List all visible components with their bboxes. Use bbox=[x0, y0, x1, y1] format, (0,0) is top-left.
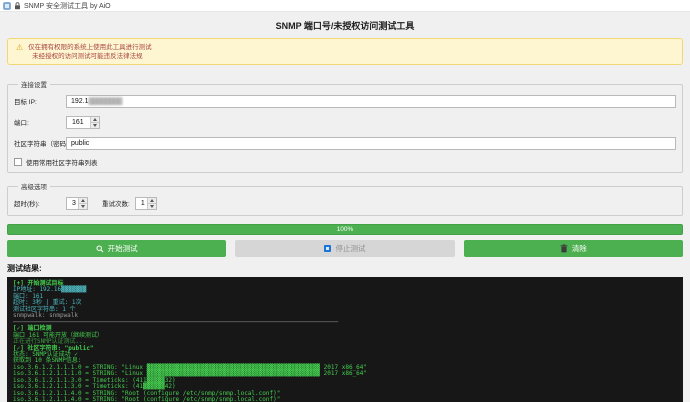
connection-settings-group: 连接设置 目标 IP: 192.1▓▓▓▓▓▓▓▓ 端口: 161 社区字符串（… bbox=[7, 79, 683, 173]
start-test-label: 开始测试 bbox=[108, 243, 138, 254]
use-common-list-checkbox[interactable] bbox=[14, 158, 22, 166]
start-test-button[interactable]: 开始测试 bbox=[7, 240, 226, 257]
timeout-input[interactable]: 3 bbox=[66, 197, 88, 210]
port-spinner[interactable] bbox=[90, 117, 99, 128]
retry-value: 1 bbox=[141, 200, 145, 207]
warning-icon: ⚠ bbox=[16, 43, 23, 61]
target-ip-input[interactable]: 192.1▓▓▓▓▓▓▓▓ bbox=[66, 95, 676, 108]
port-value: 161 bbox=[72, 119, 84, 126]
retry-spinner[interactable] bbox=[147, 198, 156, 209]
stop-test-label: 停止测试 bbox=[335, 243, 365, 254]
progress-bar: 100% bbox=[7, 224, 683, 235]
advanced-options-legend: 高级选项 bbox=[18, 181, 50, 191]
clear-button[interactable]: 清除 bbox=[464, 240, 683, 257]
stop-icon bbox=[324, 245, 331, 252]
community-row: 社区字符串（密码）: public bbox=[14, 136, 676, 150]
timeout-value: 3 bbox=[72, 200, 76, 207]
advanced-row: 超时(秒): 3 重试次数: 1 bbox=[14, 196, 676, 210]
results-label: 测试结果: bbox=[7, 263, 683, 274]
stop-test-button[interactable]: 停止测试 bbox=[235, 240, 454, 257]
retry-input[interactable]: 1 bbox=[135, 197, 157, 210]
main-content: ⚠ 仅在拥有权限的系统上使用此工具进行测试 未经授权的访问测试可能违反法律法规 … bbox=[0, 38, 690, 402]
port-row: 端口: 161 bbox=[14, 115, 676, 129]
target-ip-row: 目标 IP: 192.1▓▓▓▓▓▓▓▓ bbox=[14, 94, 676, 108]
target-ip-label: 目标 IP: bbox=[14, 96, 66, 106]
clear-label: 清除 bbox=[572, 243, 587, 254]
warning-text: 仅在拥有权限的系统上使用此工具进行测试 未经授权的访问测试可能违反法律法规 bbox=[28, 43, 152, 61]
spinner-down-icon[interactable] bbox=[91, 122, 99, 128]
use-common-list-row: 使用常用社区字符串列表 bbox=[14, 157, 676, 167]
timeout-spinner[interactable] bbox=[78, 198, 87, 209]
warning-line-2: 未经授权的访问测试可能违反法律法规 bbox=[28, 52, 152, 61]
advanced-options-group: 高级选项 超时(秒): 3 重试次数: 1 bbox=[7, 181, 683, 216]
warning-line-1: 仅在拥有权限的系统上使用此工具进行测试 bbox=[28, 43, 152, 52]
retry-label: 重试次数: bbox=[102, 198, 130, 208]
window-title: SNMP 安全测试工具 by AiO bbox=[24, 1, 111, 11]
spinner-down-icon[interactable] bbox=[148, 203, 156, 209]
progress-value: 100% bbox=[337, 226, 354, 233]
warning-banner: ⚠ 仅在拥有权限的系统上使用此工具进行测试 未经授权的访问测试可能违反法律法规 bbox=[7, 38, 683, 65]
community-label: 社区字符串（密码）: bbox=[14, 138, 66, 148]
page-title: SNMP 端口号/未授权访问测试工具 bbox=[0, 12, 690, 38]
window-titlebar: SNMP 安全测试工具 by AiO bbox=[0, 0, 690, 12]
target-ip-value: 192.1 bbox=[71, 98, 89, 105]
port-input[interactable]: 161 bbox=[66, 116, 100, 129]
trash-icon bbox=[560, 244, 568, 253]
connection-settings-legend: 连接设置 bbox=[18, 79, 50, 89]
spinner-down-icon[interactable] bbox=[79, 203, 87, 209]
terminal-output[interactable]: [+] 开始测试目标IP地址: 192.16▓▓▓▓▓▓▓端口: 161超时: … bbox=[7, 277, 683, 402]
app-icon bbox=[3, 2, 11, 10]
timeout-label: 超时(秒): bbox=[14, 198, 66, 208]
community-input[interactable]: public bbox=[66, 137, 676, 150]
target-ip-redacted: ▓▓▓▓▓▓▓▓ bbox=[89, 98, 122, 105]
use-common-list-label[interactable]: 使用常用社区字符串列表 bbox=[26, 157, 98, 167]
magnifier-icon bbox=[96, 245, 104, 253]
port-label: 端口: bbox=[14, 117, 66, 127]
lock-icon bbox=[14, 2, 21, 10]
action-buttons: 开始测试 停止测试 清除 bbox=[7, 240, 683, 257]
community-value: public bbox=[71, 140, 89, 147]
terminal-line: iso.3.6.1.2.1.1.4.0 = STRING: "Root (con… bbox=[13, 397, 677, 402]
app-window: { "window": { "title": "SNMP 安全测试工具 by A… bbox=[0, 0, 690, 402]
